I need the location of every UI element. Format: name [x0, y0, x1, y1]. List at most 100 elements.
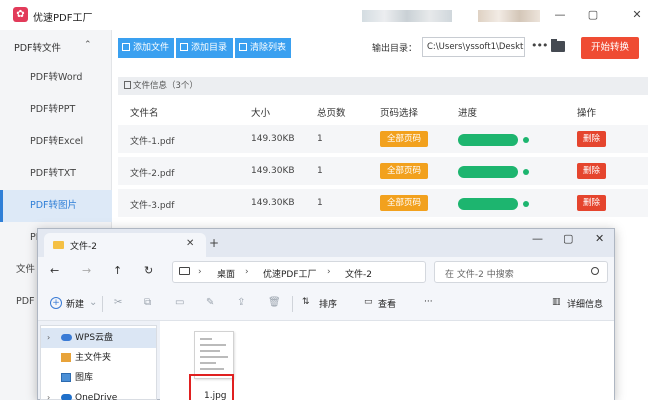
search-icon — [591, 267, 599, 275]
file-name: 文件-3.pdf — [130, 201, 175, 211]
rename-icon[interactable]: ✎ — [206, 297, 214, 308]
paste-icon[interactable]: ▭ — [175, 297, 184, 308]
new-tab-icon[interactable]: + — [209, 236, 219, 250]
address-input[interactable]: › 桌面 › 优速PDF工厂 › 文件-2 — [172, 261, 426, 283]
explorer-tab-title: 文件-2 — [70, 242, 97, 252]
sidebar-item-pdf-to-txt[interactable]: PDF转TXT — [0, 158, 112, 190]
maximize-button[interactable]: ▢ — [584, 6, 602, 24]
page-select-button[interactable]: 全部页码 — [380, 131, 428, 147]
folder-icon — [53, 241, 64, 249]
forward-icon[interactable]: → — [82, 264, 91, 277]
explorer-tab[interactable]: 文件-2 ✕ — [44, 233, 206, 257]
progress-bar — [458, 198, 518, 210]
explorer-command-bar: + 新建 ⌄ ✂ ⧉ ▭ ✎ ⇪ 🗑 ⇅ 排序 ▭ 查看 ··· ▥ 详细信息 — [38, 287, 614, 321]
explorer-nav-pane: › WPS云盘 主文件夹 图库 › OneDrive — [40, 325, 157, 400]
view-button[interactable]: 查看 — [378, 297, 396, 310]
column-header: 页码选择 — [380, 108, 419, 119]
page-select-button[interactable]: 全部页码 — [380, 195, 428, 211]
explorer-file-area: 1.jpg — [160, 321, 614, 400]
sort-button[interactable]: 排序 — [319, 297, 337, 310]
close-button[interactable]: ✕ — [628, 6, 646, 24]
copy-icon[interactable]: ⧉ — [144, 297, 151, 308]
file-size: 149.30KB — [251, 134, 295, 144]
sidebar-item-pdf-to-word[interactable]: PDF转Word — [0, 62, 112, 94]
blurred-region — [478, 10, 540, 22]
tab-close-icon[interactable]: ✕ — [186, 238, 194, 249]
share-icon[interactable]: ⇪ — [237, 297, 245, 308]
page-count: 1 — [317, 198, 323, 208]
nav-item-onedrive[interactable]: › OneDrive — [41, 388, 156, 400]
delete-icon[interactable]: 🗑 — [268, 297, 281, 308]
explorer-tab-bar: 文件-2 ✕ + — ▢ ✕ — [38, 229, 614, 257]
explorer-search-input[interactable]: 在 文件-2 中搜索 — [434, 261, 608, 283]
explorer-minimize-button[interactable]: — — [532, 232, 543, 245]
breadcrumb-separator: › — [327, 267, 331, 277]
more-icon[interactable]: ••• — [531, 39, 548, 52]
chevron-right-icon[interactable]: › — [47, 388, 50, 400]
explorer-address-bar: ← → ↑ ↻ › 桌面 › 优速PDF工厂 › 文件-2 在 文件-2 中搜索 — [38, 257, 614, 287]
sidebar-item-pdf-to-image[interactable]: PDF转图片 — [0, 190, 112, 222]
column-header: 大小 — [251, 108, 271, 119]
cut-icon[interactable]: ✂ — [114, 297, 122, 308]
app-title: 优速PDF工厂 — [33, 13, 93, 24]
delete-button[interactable]: 删除 — [577, 131, 606, 147]
breadcrumb-separator: › — [245, 267, 249, 277]
column-header: 文件名 — [130, 108, 159, 119]
delete-button[interactable]: 删除 — [577, 163, 606, 179]
back-icon[interactable]: ← — [50, 264, 59, 277]
file-name: 文件-2.pdf — [130, 169, 175, 179]
file-icon — [124, 81, 131, 89]
breadcrumb-desktop[interactable]: 桌面 — [217, 267, 235, 280]
nav-item-gallery[interactable]: 图库 — [41, 368, 156, 388]
search-placeholder: 在 文件-2 中搜索 — [445, 270, 514, 280]
column-header: 操作 — [577, 108, 597, 119]
file-thumbnail[interactable] — [194, 331, 234, 379]
sidebar-item-pdf-to-excel[interactable]: PDF转Excel — [0, 126, 112, 158]
details-button[interactable]: 详细信息 — [567, 297, 603, 310]
gallery-icon — [61, 373, 71, 382]
status-dot — [523, 137, 529, 143]
clear-list-button[interactable]: 清除列表 — [235, 38, 291, 58]
more-options-button[interactable]: ··· — [424, 297, 433, 307]
page-count: 1 — [317, 166, 323, 176]
new-button[interactable]: 新建 — [66, 297, 84, 310]
refresh-icon[interactable]: ↻ — [144, 264, 153, 277]
minimize-button[interactable]: — — [551, 6, 569, 24]
home-icon — [61, 353, 71, 362]
breadcrumb-current[interactable]: 文件-2 — [345, 267, 372, 280]
table-row: 文件-3.pdf 149.30KB 1 全部页码 删除 — [118, 189, 648, 219]
sidebar-item-pdf-to-ppt[interactable]: PDF转PPT — [0, 94, 112, 126]
table-header: 文件名 大小 总页数 页码选择 进度 操作 — [118, 98, 648, 124]
table-row: 文件-2.pdf 149.30KB 1 全部页码 删除 — [118, 157, 648, 187]
status-dot — [523, 169, 529, 175]
delete-button[interactable]: 删除 — [577, 195, 606, 211]
progress-bar — [458, 166, 518, 178]
start-convert-button[interactable]: 开始转换 — [581, 37, 639, 59]
chevron-down-icon[interactable]: ⌄ — [89, 297, 97, 308]
add-folder-button[interactable]: 添加目录 — [176, 38, 233, 58]
clear-list-icon — [239, 43, 247, 51]
nav-item-home[interactable]: 主文件夹 — [41, 348, 156, 368]
file-name-label[interactable]: 1.jpg — [204, 391, 227, 400]
chevron-right-icon[interactable]: › — [47, 328, 50, 348]
monitor-icon — [179, 267, 190, 275]
sidebar-group-label[interactable]: PDF转文件 — [14, 40, 61, 54]
chevron-up-icon[interactable]: ⌃ — [84, 40, 92, 50]
file-name: 文件-1.pdf — [130, 137, 175, 147]
output-dir-input[interactable]: C:\Users\yssoft1\Deskt — [422, 37, 525, 57]
explorer-maximize-button[interactable]: ▢ — [563, 232, 573, 245]
folder-icon[interactable] — [551, 39, 565, 52]
add-file-icon — [122, 43, 130, 51]
page-select-button[interactable]: 全部页码 — [380, 163, 428, 179]
app-logo-icon: ✿ — [13, 7, 28, 22]
details-icon: ▥ — [552, 297, 561, 307]
new-plus-icon: + — [50, 297, 62, 309]
breadcrumb-app-folder[interactable]: 优速PDF工厂 — [263, 267, 317, 280]
column-header: 总页数 — [317, 108, 346, 119]
add-file-button[interactable]: 添加文件 — [118, 38, 174, 58]
explorer-close-button[interactable]: ✕ — [595, 232, 604, 245]
up-icon[interactable]: ↑ — [113, 264, 122, 277]
view-icon: ▭ — [364, 297, 373, 307]
divider — [292, 296, 293, 312]
nav-item-wps-cloud[interactable]: › WPS云盘 — [41, 328, 156, 348]
